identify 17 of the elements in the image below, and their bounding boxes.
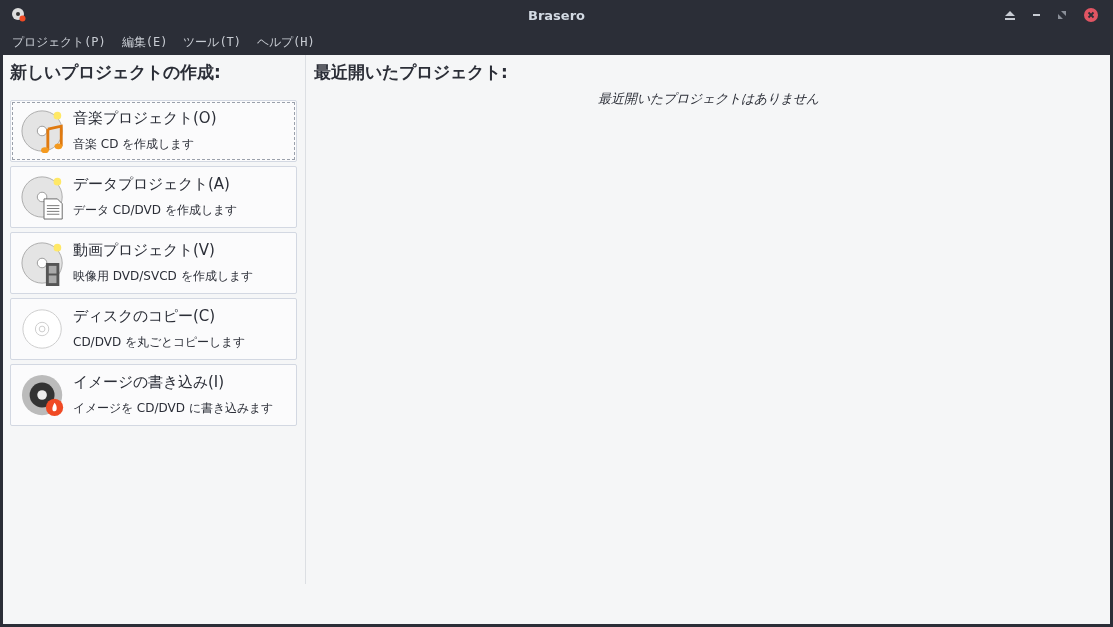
section-heading: 新しいプロジェクトの作成: xyxy=(10,61,222,84)
window-title: Brasero xyxy=(528,7,585,23)
menu-item[interactable]: ヘルプ(H) xyxy=(257,34,315,51)
project-button[interactable]: イメージの書き込み(I) イメージを CD/DVD に書き込みます xyxy=(10,364,297,426)
menu-item[interactable]: 編集(E) xyxy=(121,34,168,51)
project-button[interactable]: ディスクのコピー(C) CD/DVD を丸ごとコピーします xyxy=(10,298,297,360)
project-button[interactable]: データプロジェクト(A) データ CD/DVD を作成します xyxy=(10,166,297,228)
menu-item[interactable]: ツール(T) xyxy=(183,34,242,51)
maximize-icon[interactable] xyxy=(1058,11,1066,19)
project-button[interactable]: 動画プロジェクト(V) 映像用 DVD/SVCD を作成します xyxy=(10,232,297,294)
disc-app-icon xyxy=(11,7,27,23)
menu-item[interactable]: プロジェクト(P) xyxy=(12,34,106,51)
project-button[interactable]: 音楽プロジェクト(O) 音楽 CD を作成します xyxy=(10,100,297,162)
eject-icon[interactable] xyxy=(1005,10,1015,20)
empty-message: 最近開いたプロジェクトはありません xyxy=(596,90,820,108)
section-heading: 最近開いたプロジェクト: xyxy=(314,61,509,84)
close-icon[interactable] xyxy=(1084,8,1098,22)
